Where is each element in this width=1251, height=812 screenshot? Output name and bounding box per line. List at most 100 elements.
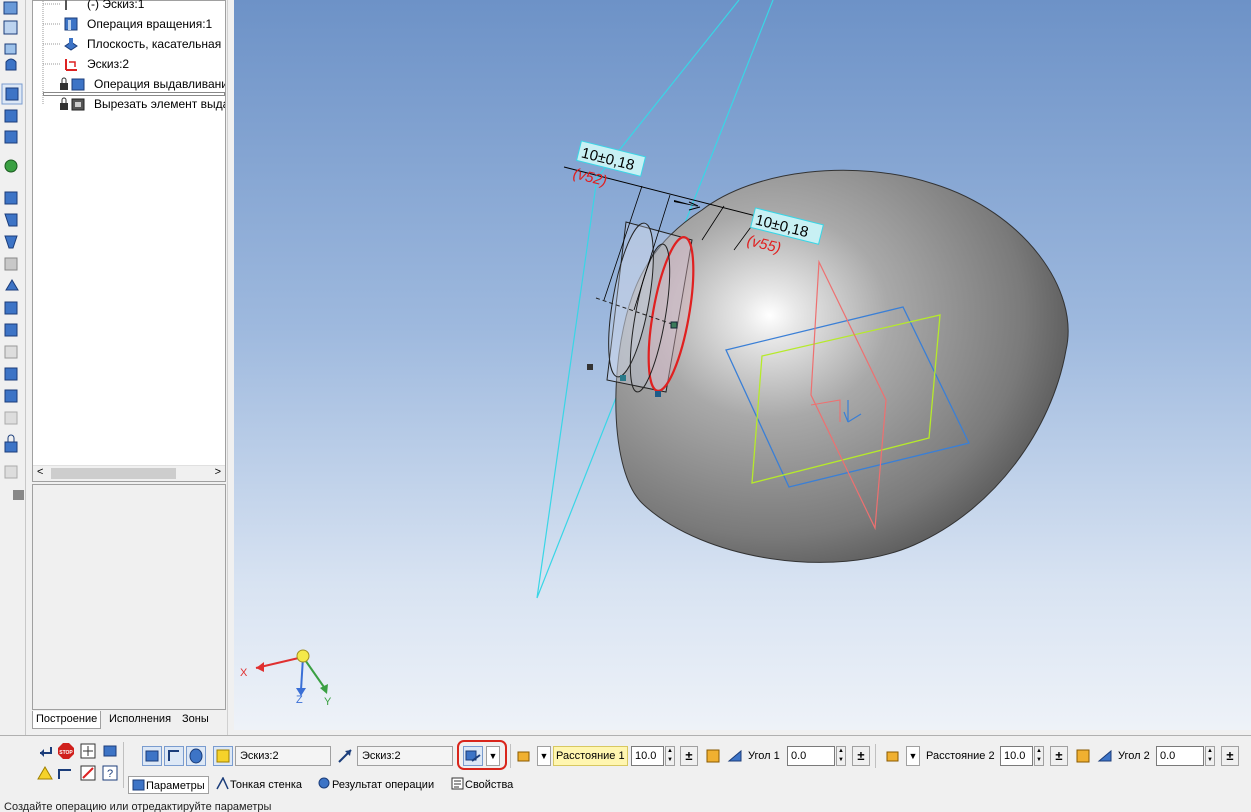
distance2-sign-button[interactable]: ± <box>1050 746 1068 766</box>
handle-point[interactable] <box>655 391 661 397</box>
tool-icon-array-circ[interactable] <box>4 367 18 381</box>
path-field[interactable]: Эскиз:2 <box>357 746 453 766</box>
tab-thin-wall[interactable]: Тонкая стенка <box>216 776 302 794</box>
separator <box>123 742 124 788</box>
dimension-1[interactable]: 10±0,18 (v52) <box>571 140 647 198</box>
angle1-spinner[interactable]: ▲ ▼ <box>836 746 846 766</box>
separator <box>875 744 876 768</box>
left-tool-strip <box>0 0 26 735</box>
distance2-spinner[interactable]: ▲ ▼ <box>1034 746 1044 766</box>
distance2-unit-button[interactable] <box>1073 746 1093 766</box>
properties-panel <box>32 484 226 710</box>
panel-splitter[interactable] <box>227 0 234 735</box>
tab-operation-result[interactable]: Результат операции <box>318 776 434 794</box>
cursor-icon[interactable] <box>80 743 96 759</box>
tool-icon-kinematic[interactable] <box>4 43 17 55</box>
snap-icon[interactable] <box>102 743 118 759</box>
properties-icon <box>451 777 464 790</box>
tool-icon-split[interactable] <box>4 301 18 315</box>
tree-tabs: Построение Исполнения Зоны <box>32 710 226 730</box>
tool-icon-expand[interactable] <box>13 490 24 500</box>
constraint-icon[interactable] <box>80 765 96 781</box>
tool-icon-shell[interactable] <box>4 235 18 249</box>
tool-icon-rib[interactable] <box>5 279 19 291</box>
tool-icon-draft[interactable] <box>4 257 18 271</box>
tool-icon-revolve[interactable] <box>3 20 18 35</box>
tool-icon-mirror[interactable] <box>4 323 18 337</box>
scene: 10±0,18 (v52) 10±0,18 (v55) X Z Y <box>240 0 1069 708</box>
handle-point[interactable] <box>587 364 593 370</box>
axis-triad: X Z Y <box>240 649 332 708</box>
tree-item-label: Плоскость, касательная к <box>87 37 225 51</box>
tool-icon-lock[interactable] <box>4 434 18 453</box>
direction1-button[interactable] <box>514 746 534 766</box>
angle2-input[interactable]: 0.0 <box>1156 746 1204 766</box>
axis-x-label: X <box>240 667 248 679</box>
direction-button[interactable] <box>164 746 184 766</box>
stop-icon[interactable]: STOP <box>57 742 75 760</box>
tool-icon-extrude[interactable] <box>3 1 18 15</box>
angle2-mode-button[interactable] <box>1095 746 1115 766</box>
tree-connector-lines <box>42 1 61 104</box>
angle1-mode-button[interactable] <box>725 746 745 766</box>
path-select-button[interactable] <box>335 746 355 766</box>
tab-properties[interactable]: Свойства <box>451 776 513 794</box>
redo-icon[interactable] <box>57 765 73 781</box>
tool-icon-active[interactable] <box>1 83 23 105</box>
handle-point[interactable] <box>670 321 678 329</box>
enter-icon[interactable] <box>36 744 54 760</box>
object-mode-button[interactable] <box>142 746 162 766</box>
angle1-sign-button[interactable]: ± <box>852 746 870 766</box>
scroll-left-icon[interactable]: < <box>37 466 43 478</box>
distance1-label: Расстояние 1 <box>553 746 628 766</box>
thin-wall-icon <box>216 777 229 790</box>
tool-icon-hole[interactable] <box>4 159 18 173</box>
distance1-sign-button[interactable]: ± <box>680 746 698 766</box>
tool-icon-misc[interactable] <box>4 465 18 479</box>
tab-zones[interactable]: Зоны <box>179 711 212 729</box>
direction1-dropdown[interactable]: ▼ <box>537 746 551 766</box>
tool-icon-chamfer[interactable] <box>4 213 18 227</box>
distance1-input[interactable]: 10.0 <box>631 746 664 766</box>
tool-icon-cut-revolve[interactable] <box>4 130 18 144</box>
sketch-field[interactable]: Эскиз:2 <box>235 746 331 766</box>
tool-icon-array-grey[interactable] <box>4 411 18 425</box>
tab-parameters[interactable]: Параметры <box>128 776 209 794</box>
tool-icon-array[interactable] <box>4 345 18 359</box>
tool-icons <box>1 1 24 500</box>
revolve-body <box>615 169 1069 563</box>
distance1-unit-button[interactable] <box>703 746 723 766</box>
shape-button[interactable] <box>186 746 206 766</box>
axis-z-label: Z <box>296 694 303 706</box>
tree-item-label: Эскиз:2 <box>87 57 130 71</box>
scroll-thumb[interactable] <box>51 468 176 479</box>
property-toolbar: STOP ? Эскиз:2 Эскиз:2 ▼ ▼ Расстояние 1 … <box>0 735 1251 795</box>
tool-icon-loft[interactable] <box>5 58 17 71</box>
angle1-input[interactable]: 0.0 <box>787 746 835 766</box>
help-icon[interactable]: ? <box>102 765 118 781</box>
separator <box>510 744 511 768</box>
result-icon <box>318 777 330 789</box>
tab-build[interactable]: Построение <box>32 711 102 729</box>
tool-icon-cut[interactable] <box>4 109 18 123</box>
tab-versions[interactable]: Исполнения <box>106 711 174 729</box>
handle-point[interactable] <box>620 375 626 381</box>
auto-create-icon[interactable] <box>36 765 54 781</box>
distance2-input[interactable]: 10.0 <box>1000 746 1033 766</box>
model-viewport[interactable]: 10±0,18 (v52) 10±0,18 (v55) X Z Y <box>234 0 1251 730</box>
direction2-button[interactable] <box>883 746 903 766</box>
parameters-icon <box>132 779 145 791</box>
distance1-spinner[interactable]: ▲ ▼ <box>665 746 675 766</box>
angle2-spinner[interactable]: ▲ ▼ <box>1205 746 1215 766</box>
direction2-dropdown[interactable]: ▼ <box>906 746 920 766</box>
angle1-label: Угол 1 <box>748 750 780 762</box>
distance2-label: Расстояние 2 <box>926 750 995 762</box>
sketch-select-button[interactable] <box>213 746 233 766</box>
tool-icon-fillet[interactable] <box>4 191 18 205</box>
tree-horizontal-scrollbar[interactable]: < > <box>33 465 225 481</box>
angle2-sign-button[interactable]: ± <box>1221 746 1239 766</box>
tool-icon-array-curve[interactable] <box>4 389 18 403</box>
svg-text:?: ? <box>107 768 113 780</box>
scroll-right-icon[interactable]: > <box>215 466 221 478</box>
axis-y-label: Y <box>324 696 332 708</box>
